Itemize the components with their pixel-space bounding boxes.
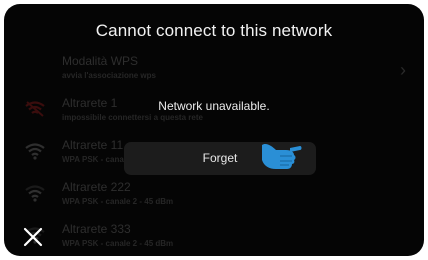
pointing-hand-icon	[262, 143, 302, 169]
network-name: Altrarete 333	[62, 222, 131, 236]
wifi-full-icon	[25, 143, 45, 160]
list-item-network[interactable]: Altrarete 222 WPA PSK - canale 2 - 45 dB…	[4, 176, 424, 218]
network-detail: WPA PSK - canale 2 - 45 dBm	[62, 239, 174, 248]
wifi-medium-icon	[25, 185, 45, 202]
chevron-right-icon: ›	[400, 60, 406, 80]
network-name: Altrarete 222	[62, 180, 131, 194]
close-icon[interactable]	[22, 226, 44, 248]
network-detail: WPA PSK - canale 2 - 45 dBm	[62, 197, 174, 206]
network-detail: avvia l'associazione wps	[62, 71, 156, 80]
dialog-message: Network unavailable.	[158, 99, 270, 113]
list-item-network[interactable]: Altrarete 333 WPA PSK - canale 2 - 45 dB…	[4, 218, 424, 256]
network-name: Modalità WPS	[62, 54, 139, 68]
dialog-title: Cannot connect to this network	[95, 21, 333, 40]
network-detail: WPA PSK - canale	[62, 155, 131, 164]
forget-button-label: Forget	[202, 151, 238, 165]
dialog-screen: Cannot connect to this network Modalità …	[4, 4, 424, 256]
list-item-wps[interactable]: Modalità WPS avvia l'associazione wps ›	[4, 50, 424, 92]
network-detail: impossibile connettersi a questa rete	[62, 113, 203, 122]
network-name: Altrarete 11	[62, 138, 124, 152]
